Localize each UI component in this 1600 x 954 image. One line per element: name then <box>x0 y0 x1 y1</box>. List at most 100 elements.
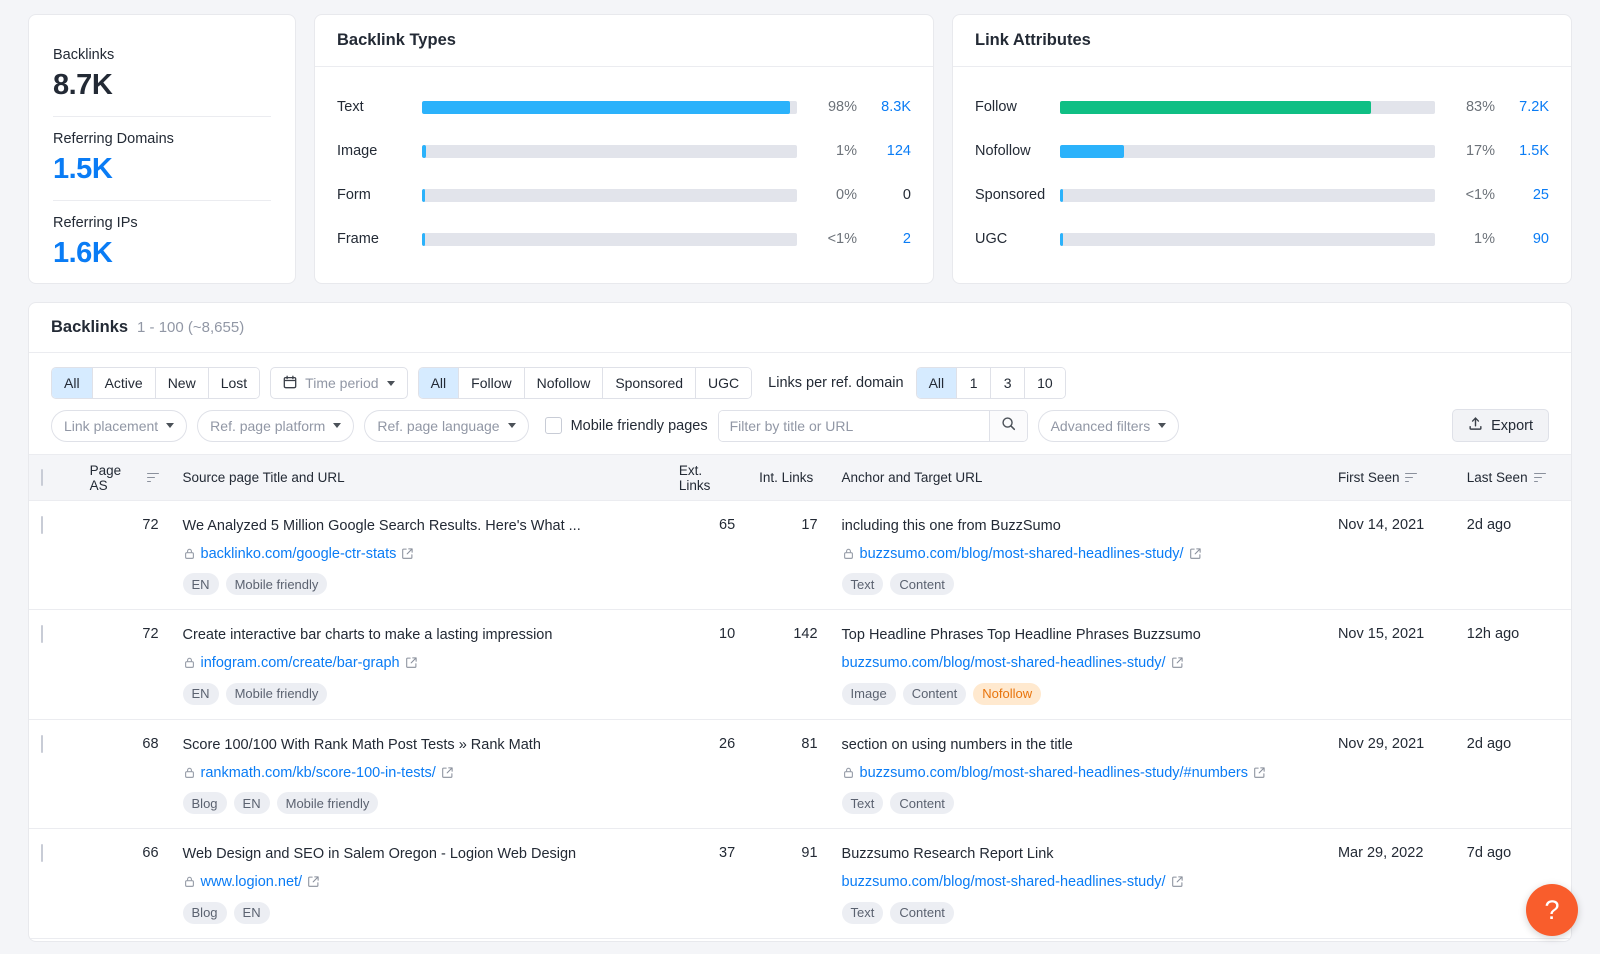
select-all-header[interactable] <box>29 455 78 501</box>
source-url[interactable]: rankmath.com/kb/score-100-in-tests/ <box>201 764 436 784</box>
bar-percent: 17% <box>1439 143 1495 159</box>
source-url[interactable]: infogram.com/create/bar-graph <box>201 654 400 674</box>
select-all-checkbox[interactable] <box>41 469 43 486</box>
mobile-friendly-checkbox[interactable]: Mobile friendly pages <box>545 417 708 434</box>
time-period-dropdown[interactable]: Time period <box>270 367 407 399</box>
column-last-seen[interactable]: Last Seen <box>1455 455 1571 501</box>
table-row: 66 Web Design and SEO in Salem Oregon - L… <box>29 829 1571 938</box>
sort-icon <box>1405 473 1417 483</box>
column-page-as[interactable]: Page AS <box>78 455 171 501</box>
row-checkbox[interactable] <box>41 516 43 534</box>
links-per-domain-option-1[interactable]: 1 <box>957 368 991 398</box>
status-filter-group[interactable]: AllActiveNewLost <box>51 367 260 399</box>
backlink-types-title: Backlink Types <box>315 15 933 67</box>
row-select-cell[interactable] <box>29 829 78 938</box>
help-button[interactable]: ? <box>1526 884 1578 936</box>
status-option-lost[interactable]: Lost <box>209 368 259 398</box>
source-title: Web Design and SEO in Salem Oregon - Log… <box>183 845 655 864</box>
links-per-domain-option-10[interactable]: 10 <box>1025 368 1065 398</box>
tag: Content <box>903 683 967 705</box>
bar-label: UGC <box>975 231 1060 247</box>
int-links-cell: 81 <box>747 719 829 828</box>
summary-metric-value[interactable]: 1.6K <box>53 237 271 270</box>
bar-count[interactable]: 8.3K <box>857 99 911 115</box>
target-url[interactable]: buzzsumo.com/blog/most-shared-headlines-… <box>842 654 1166 674</box>
source-url[interactable]: backlinko.com/google-ctr-stats <box>201 545 397 565</box>
bar-track <box>422 189 797 202</box>
target-url-line: buzzsumo.com/blog/most-shared-headlines-… <box>842 545 1314 565</box>
summary-metric: Referring Domains1.5K <box>53 116 271 200</box>
tag-nofollow: Nofollow <box>973 683 1041 705</box>
tag: Mobile friendly <box>226 573 328 595</box>
bar-label: Nofollow <box>975 143 1060 159</box>
source-url-line: rankmath.com/kb/score-100-in-tests/ <box>183 764 655 784</box>
target-url[interactable]: buzzsumo.com/blog/most-shared-headlines-… <box>842 873 1166 893</box>
anchor-cell: including this one from BuzzSumobuzzsumo… <box>830 501 1326 610</box>
search-button[interactable] <box>989 411 1027 441</box>
row-select-cell[interactable] <box>29 501 78 610</box>
bar-fill <box>422 145 426 158</box>
bar-count[interactable]: 25 <box>1495 187 1549 203</box>
row-checkbox[interactable] <box>41 844 43 862</box>
bar-count[interactable]: 90 <box>1495 231 1549 247</box>
link-attribute-filter-group[interactable]: AllFollowNofollowSponsoredUGC <box>418 367 753 399</box>
bar-count[interactable]: 124 <box>857 143 911 159</box>
ext-links-cell: 37 <box>667 829 747 938</box>
anchor-cell: section on using numbers in the titlebuz… <box>830 719 1326 828</box>
tag: Mobile friendly <box>277 792 379 814</box>
bar-label: Frame <box>337 231 422 247</box>
attr-option-ugc[interactable]: UGC <box>696 368 751 398</box>
target-url[interactable]: buzzsumo.com/blog/most-shared-headlines-… <box>860 545 1184 565</box>
bar-count[interactable]: 2 <box>857 231 911 247</box>
status-option-all[interactable]: All <box>52 368 93 398</box>
bar-percent: 1% <box>1439 231 1495 247</box>
target-url[interactable]: buzzsumo.com/blog/most-shared-headlines-… <box>860 764 1248 784</box>
status-option-new[interactable]: New <box>156 368 209 398</box>
ref-page-language-dropdown[interactable]: Ref. page language <box>364 410 528 442</box>
attr-option-nofollow[interactable]: Nofollow <box>525 368 604 398</box>
links-per-domain-option-3[interactable]: 3 <box>991 368 1025 398</box>
column-last-seen-label: Last Seen <box>1467 470 1528 485</box>
attr-option-all[interactable]: All <box>419 368 460 398</box>
filters-row-2: Link placement Ref. page platform Ref. p… <box>51 409 1549 442</box>
export-button[interactable]: Export <box>1452 409 1549 442</box>
external-link-icon[interactable] <box>405 656 418 676</box>
bar-count[interactable]: 1.5K <box>1495 143 1549 159</box>
external-link-icon[interactable] <box>1189 547 1202 567</box>
external-link-icon[interactable] <box>307 875 320 895</box>
bar-count[interactable]: 7.2K <box>1495 99 1549 115</box>
filter-search-box[interactable] <box>718 410 1028 442</box>
status-option-active[interactable]: Active <box>93 368 156 398</box>
link-placement-dropdown[interactable]: Link placement <box>51 410 187 442</box>
row-select-cell[interactable] <box>29 610 78 719</box>
external-link-icon[interactable] <box>441 766 454 786</box>
first-seen-cell: Nov 14, 2021 <box>1326 501 1455 610</box>
attr-option-follow[interactable]: Follow <box>459 368 524 398</box>
external-link-icon[interactable] <box>1171 656 1184 676</box>
external-link-icon[interactable] <box>401 547 414 567</box>
advanced-filters-dropdown[interactable]: Advanced filters <box>1038 410 1180 442</box>
external-link-icon[interactable] <box>1171 875 1184 895</box>
summary-metric: Backlinks8.7K <box>53 37 271 116</box>
page-as-cell: 72 <box>78 501 171 610</box>
ref-page-platform-dropdown[interactable]: Ref. page platform <box>197 410 354 442</box>
attr-option-sponsored[interactable]: Sponsored <box>603 368 696 398</box>
row-checkbox[interactable] <box>41 625 43 643</box>
search-input[interactable] <box>719 411 989 441</box>
page-as-cell: 66 <box>78 829 171 938</box>
bar-percent: 98% <box>801 99 857 115</box>
sort-icon <box>147 473 159 483</box>
row-checkbox[interactable] <box>41 735 43 753</box>
source-url[interactable]: www.logion.net/ <box>201 873 303 893</box>
tag: Text <box>842 792 884 814</box>
time-period-label: Time period <box>305 375 378 391</box>
target-url-line: buzzsumo.com/blog/most-shared-headlines-… <box>842 873 1314 893</box>
row-select-cell[interactable] <box>29 719 78 828</box>
external-link-icon[interactable] <box>1253 766 1266 786</box>
column-first-seen[interactable]: First Seen <box>1326 455 1455 501</box>
links-per-domain-option-all[interactable]: All <box>917 368 958 398</box>
table-row: 72Create interactive bar charts to make … <box>29 610 1571 719</box>
source-cell: Create interactive bar charts to make a … <box>171 610 667 719</box>
links-per-domain-group[interactable]: All1310 <box>916 367 1066 399</box>
summary-metric-value[interactable]: 1.5K <box>53 153 271 186</box>
